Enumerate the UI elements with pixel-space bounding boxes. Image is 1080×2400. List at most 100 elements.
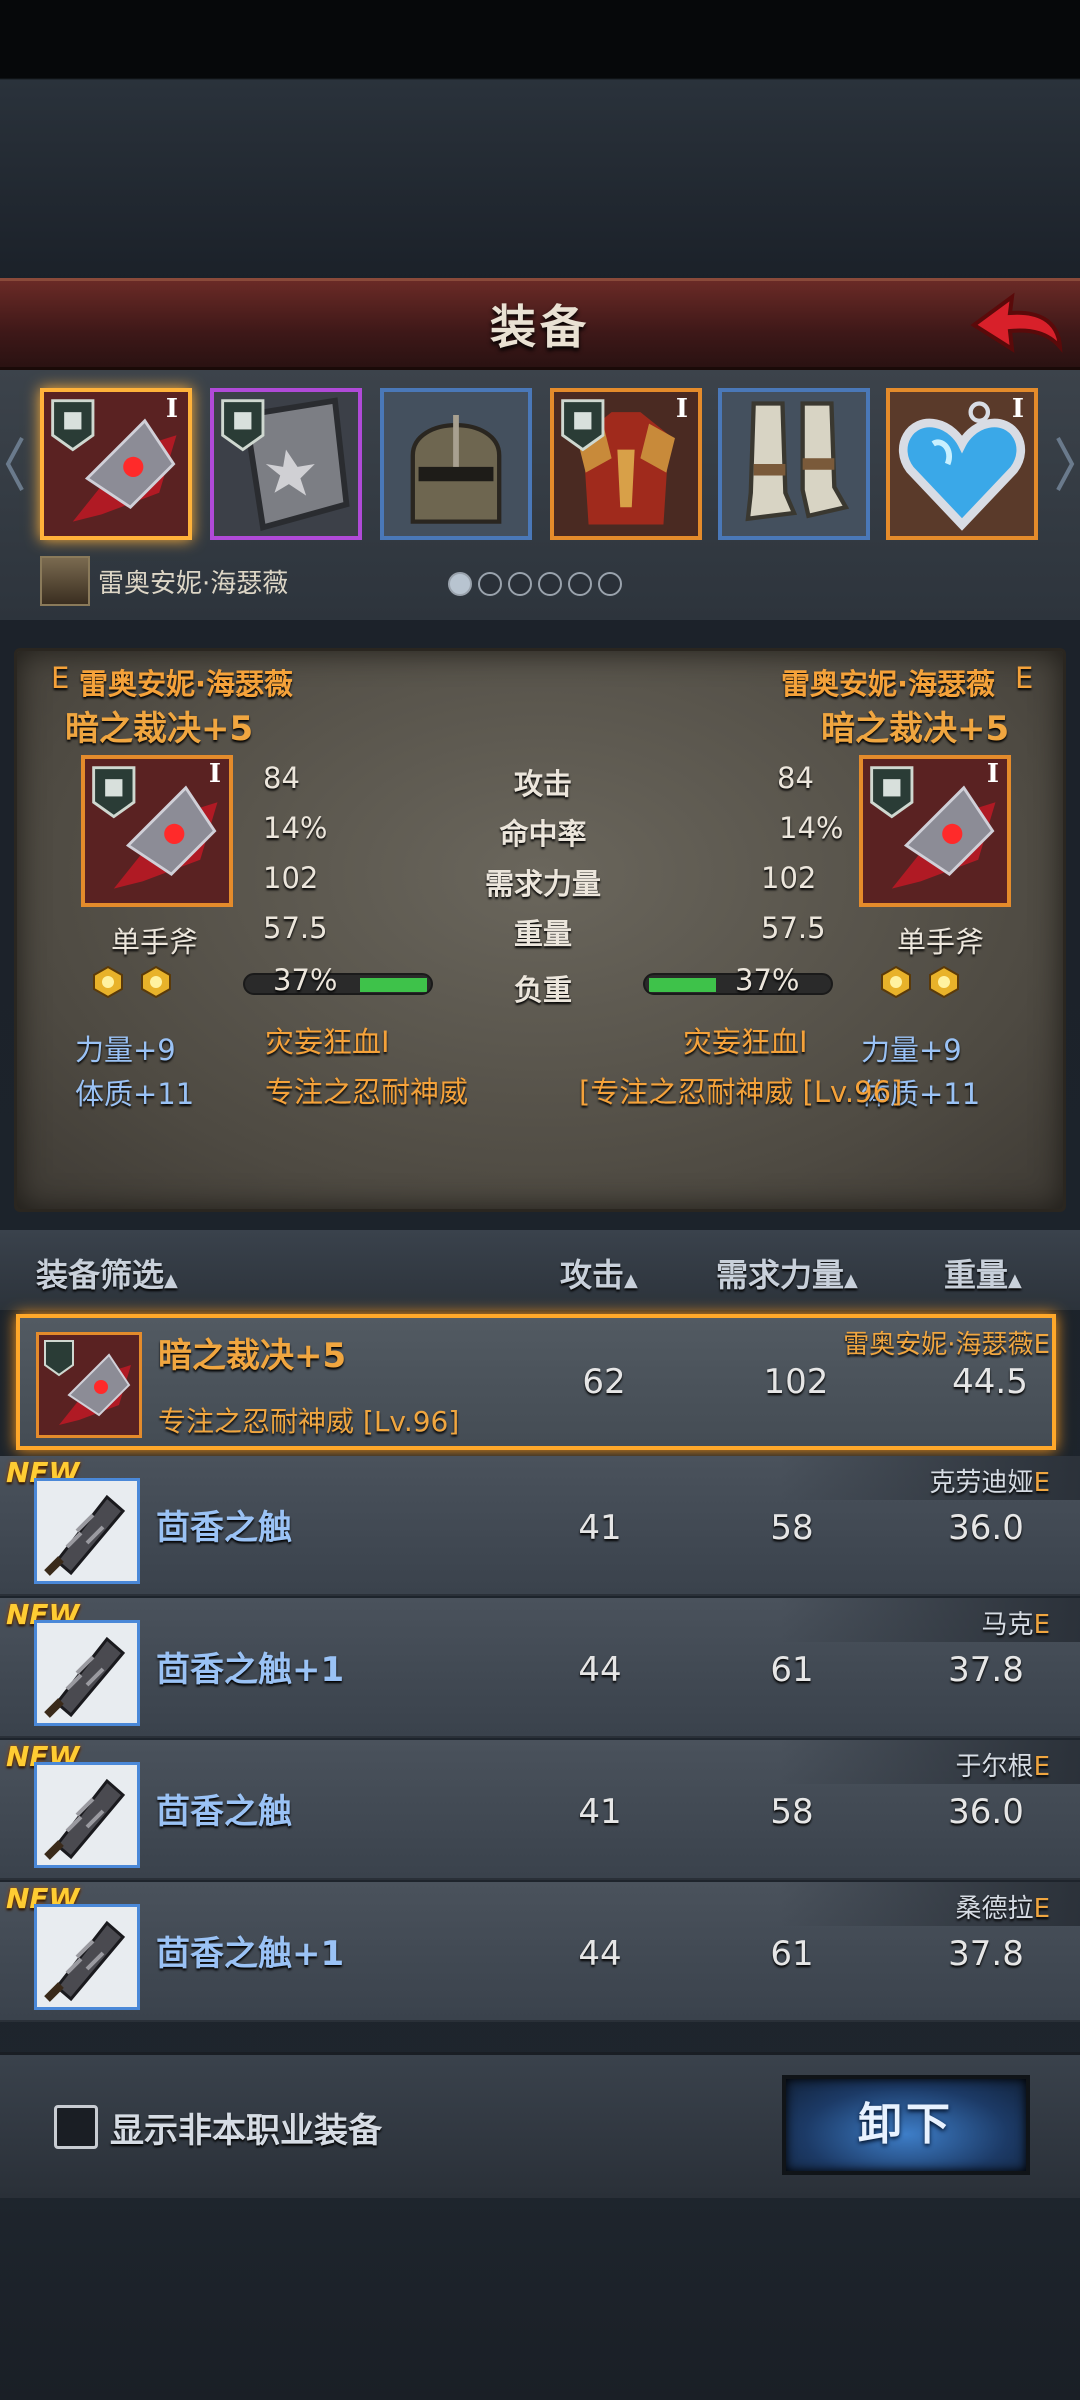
list-row-selected[interactable]: 暗之裁决+5 专注之忍耐神威 [Lv.96] 62 102 44.5 雷奥安妮·… <box>16 1314 1056 1450</box>
left-item-icon: I <box>81 755 233 907</box>
gem-socket-icon <box>93 965 123 999</box>
attack-header: 攻击 <box>560 1256 625 1294</box>
character-name: 雷奥安妮·海瑟薇 <box>98 568 289 599</box>
row-str-req: 58 <box>770 1792 814 1832</box>
row-owner-name: 雷奥安妮·海瑟薇 <box>843 1330 1034 1360</box>
tier-mark: I <box>986 759 999 789</box>
row-owner-name: 桑德拉 <box>955 1894 1034 1924</box>
character-selector[interactable]: 雷奥安妮·海瑟薇 <box>40 556 288 606</box>
row-item-icon <box>34 1904 140 2010</box>
left-bonus-strength: 力量+9 <box>75 1033 176 1067</box>
right-str-req-value: 102 <box>761 861 817 895</box>
right-rank: E <box>1015 661 1034 695</box>
slot-shield[interactable] <box>210 388 362 540</box>
left-rank: E <box>51 661 70 695</box>
row-owner-rank: E <box>1033 1894 1050 1924</box>
right-load-value: 37% <box>735 963 800 997</box>
list-row[interactable]: NEW 茴香之触 41 58 36.0 克劳迪娅E <box>0 1456 1080 1596</box>
right-attack-value: 84 <box>777 761 814 795</box>
row-owner: 雷奥安妮·海瑟薇E <box>843 1324 1050 1361</box>
left-accuracy-value: 14% <box>263 811 328 845</box>
sort-weight-button[interactable]: 重量▲ <box>944 1250 1022 1296</box>
sort-str-req-button[interactable]: 需求力量▲ <box>716 1250 858 1296</box>
right-bonus-strength: 力量+9 <box>861 1033 962 1067</box>
slot-boots[interactable] <box>718 388 870 540</box>
axe-item-icon <box>39 1335 139 1435</box>
list-row[interactable]: NEW 茴香之触+1 44 61 37.8 桑德拉E <box>0 1882 1080 2022</box>
row-item-icon <box>34 1762 140 1868</box>
boots-item-icon <box>722 392 866 536</box>
character-avatar <box>40 556 90 606</box>
slot-amulet[interactable]: I <box>886 388 1038 540</box>
row-attack: 44 <box>578 1650 622 1690</box>
list-header: 装备筛选▲ 攻击▲ 需求力量▲ 重量▲ <box>0 1230 1080 1310</box>
gem-socket-icon <box>881 965 911 999</box>
right-owner: 雷奥安妮·海瑟薇 <box>781 667 996 701</box>
row-attack: 41 <box>578 1508 622 1548</box>
bottom-bar: 显示非本职业装备 卸下 <box>0 2052 1080 2198</box>
row-item-trait: 专注之忍耐神威 [Lv.96] <box>158 1405 460 1438</box>
unequip-button[interactable]: 卸下 <box>782 2075 1030 2175</box>
left-load-value: 37% <box>273 963 338 997</box>
spiked-club-icon <box>37 1765 137 1865</box>
sort-caret-icon: ▲ <box>624 1270 638 1291</box>
left-load-bar <box>243 973 433 995</box>
list-row[interactable]: NEW 茴香之触 41 58 36.0 于尔根E <box>0 1740 1080 1880</box>
back-arrow-icon <box>970 292 1063 353</box>
row-owner: 克劳迪娅E <box>930 1462 1050 1499</box>
axe-item-icon <box>85 759 229 903</box>
row-item-icon <box>34 1620 140 1726</box>
left-owner: 雷奥安妮·海瑟薇 <box>79 667 294 701</box>
page-dot <box>508 572 532 596</box>
sort-caret-icon: ▲ <box>844 1270 858 1291</box>
show-other-class-checkbox[interactable] <box>54 2105 98 2149</box>
left-bonus-constitution: 体质+11 <box>75 1077 195 1111</box>
row-item-name: 茴香之触+1 <box>156 1650 345 1690</box>
scroll-left-icon[interactable] <box>4 434 24 494</box>
row-attack: 44 <box>578 1934 622 1974</box>
right-accuracy-value: 14% <box>779 811 844 845</box>
row-str-req: 61 <box>770 1934 814 1974</box>
weight-header: 重量 <box>944 1256 1009 1294</box>
left-str-req-value: 102 <box>263 861 319 895</box>
row-weight: 36.0 <box>948 1792 1024 1832</box>
left-perk: 灾妄狂血I <box>265 1025 390 1059</box>
slot-helmet[interactable] <box>380 388 532 540</box>
row-owner-rank: E <box>1033 1330 1050 1360</box>
row-item-name: 暗之裁决+5 <box>158 1336 347 1376</box>
helmet-item-icon <box>384 392 528 536</box>
row-owner-rank: E <box>1033 1752 1050 1782</box>
spiked-club-icon <box>37 1623 137 1723</box>
str-req-header: 需求力量 <box>716 1256 845 1294</box>
right-perk: 灾妄狂血I <box>683 1025 808 1059</box>
list-row[interactable]: NEW 茴香之触+1 44 61 37.8 马克E <box>0 1598 1080 1738</box>
slot-armor[interactable]: I <box>550 388 702 540</box>
row-weight: 44.5 <box>952 1362 1028 1402</box>
sort-caret-icon: ▲ <box>164 1270 178 1291</box>
scroll-right-icon[interactable] <box>1056 434 1076 494</box>
row-str-req: 102 <box>763 1362 829 1402</box>
slot-weapon[interactable]: I <box>40 388 192 540</box>
row-weight: 37.8 <box>948 1934 1024 1974</box>
left-weight-value: 57.5 <box>263 911 328 945</box>
axe-item-icon <box>863 759 1007 903</box>
header-bar: 装备 <box>0 278 1080 370</box>
right-item-type: 单手斧 <box>897 925 985 959</box>
row-owner-name: 于尔根 <box>955 1752 1034 1782</box>
row-owner: 马克E <box>982 1604 1050 1641</box>
row-owner-rank: E <box>1033 1468 1050 1498</box>
left-item-name: 暗之裁决+5 <box>65 709 254 749</box>
page-dot <box>448 572 472 596</box>
sort-filter-button[interactable]: 装备筛选▲ <box>36 1250 178 1296</box>
row-weight: 37.8 <box>948 1650 1024 1690</box>
tier-mark: I <box>1011 394 1024 424</box>
sort-attack-button[interactable]: 攻击▲ <box>560 1250 638 1296</box>
row-item-icon <box>36 1332 142 1438</box>
gem-socket-icon <box>929 965 959 999</box>
row-item-name: 茴香之触+1 <box>156 1934 345 1974</box>
page-dot <box>598 572 622 596</box>
back-button[interactable] <box>966 289 1066 365</box>
row-str-req: 58 <box>770 1508 814 1548</box>
tier-mark: I <box>208 759 221 789</box>
show-other-class-label[interactable]: 显示非本职业装备 <box>110 2103 382 2152</box>
